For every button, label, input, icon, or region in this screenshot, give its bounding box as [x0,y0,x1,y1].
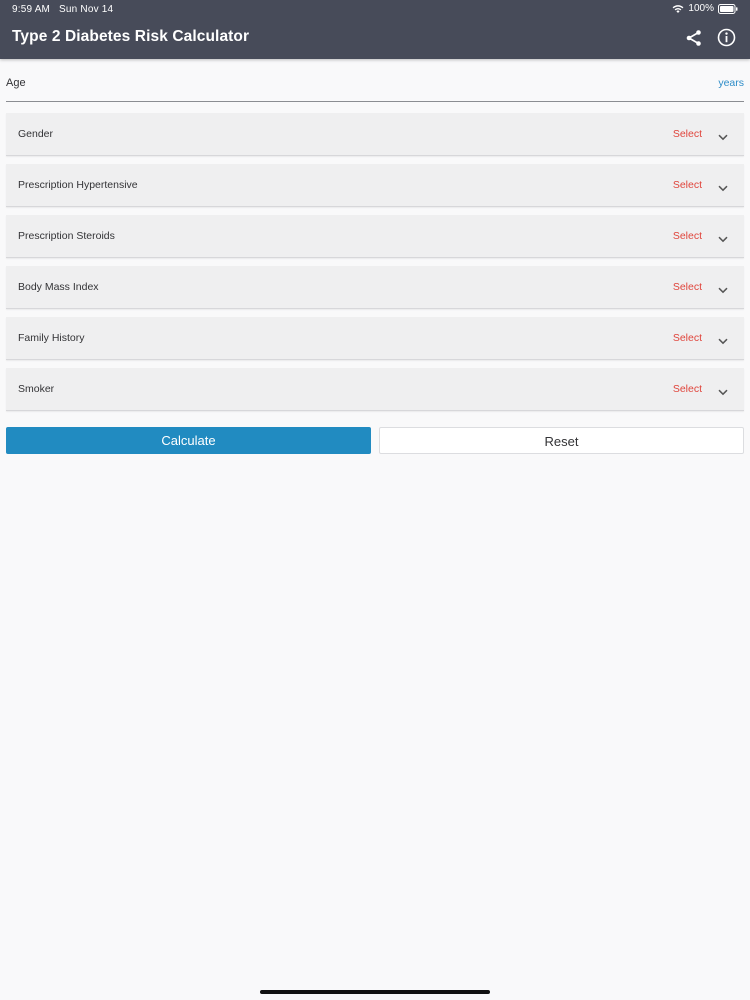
select-gender[interactable]: Gender Select [6,113,744,156]
select-value: Select [672,128,702,140]
select-value: Select [672,383,702,395]
status-date: Sun Nov 14 [59,4,114,15]
select-value: Select [672,179,702,191]
age-label: Age [6,77,26,89]
calculate-button[interactable]: Calculate [6,427,371,454]
chevron-down-icon [718,230,728,248]
select-value: Select [672,281,702,293]
battery-icon [718,3,738,14]
share-icon[interactable] [685,29,703,52]
age-input[interactable] [66,72,650,98]
age-unit: years [718,77,744,89]
select-label: Prescription Steroids [18,230,115,242]
home-indicator[interactable] [260,990,490,994]
reset-button[interactable]: Reset [379,427,744,454]
chevron-down-icon [718,281,728,299]
select-value: Select [672,230,702,242]
chevron-down-icon [718,128,728,146]
info-icon[interactable] [717,28,736,52]
select-prescription-hypertensive[interactable]: Prescription Hypertensive Select [6,164,744,207]
select-smoker[interactable]: Smoker Select [6,368,744,411]
select-body-mass-index[interactable]: Body Mass Index Select [6,266,744,309]
chevron-down-icon [718,383,728,401]
select-label: Prescription Hypertensive [18,179,138,191]
select-prescription-steroids[interactable]: Prescription Steroids Select [6,215,744,258]
status-time: 9:59 AM Sun Nov 14 [12,4,113,15]
header-actions [685,28,736,52]
status-right: 100% [672,3,738,14]
age-field-row: Age years [6,66,744,102]
status-clock: 9:59 AM [12,4,51,15]
chevron-down-icon [718,179,728,197]
app-root: 9:59 AM Sun Nov 14 100% Type 2 Diabetes … [0,0,750,1000]
select-value: Select [672,332,702,344]
select-label: Family History [18,332,85,344]
select-label: Smoker [18,383,55,395]
chevron-down-icon [718,332,728,350]
wifi-icon [672,4,684,14]
app-header: 9:59 AM Sun Nov 14 100% Type 2 Diabetes … [0,0,750,59]
page-title: Type 2 Diabetes Risk Calculator [12,28,250,45]
select-family-history[interactable]: Family History Select [6,317,744,360]
select-label: Body Mass Index [18,281,99,293]
status-bar: 9:59 AM Sun Nov 14 100% [0,0,750,18]
battery-percent: 100% [688,3,714,14]
select-label: Gender [18,128,54,140]
